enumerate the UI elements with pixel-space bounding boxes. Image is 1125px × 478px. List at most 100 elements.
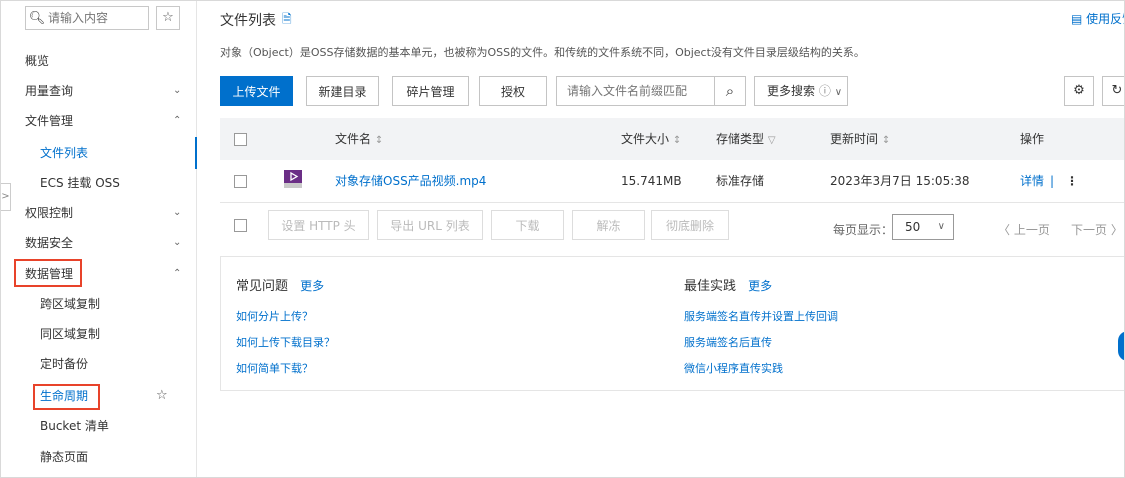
set-http-header-button[interactable]: 设置 HTTP 头 <box>268 210 369 240</box>
chevron-down-icon: ∨ <box>937 221 945 232</box>
prefix-search-input[interactable] <box>557 77 712 105</box>
faq-link[interactable]: 如何上传下载目录？ <box>236 334 335 350</box>
main-content: 文件列表 🗎︎ ▤ 使用反馈 对象（Object）是OSS存储数据的基本单元，也… <box>197 1 1124 477</box>
more-search-label: 更多搜索 <box>767 84 816 98</box>
best-practice-link[interactable]: 服务端签名后直传 <box>684 334 772 350</box>
export-url-list-button[interactable]: 导出 URL 列表 <box>377 210 483 240</box>
storage-type: 标准存储 <box>716 174 765 188</box>
detail-link[interactable]: 详情 <box>1020 160 1044 202</box>
sort-icon[interactable]: ↕ <box>882 135 890 146</box>
filter-icon[interactable]: ▽ <box>768 135 776 146</box>
best-practice-link[interactable]: 服务端签名直传并设置上传回调 <box>684 308 838 324</box>
sidebar-item-same-region-replication[interactable]: 同区域复制 <box>1 320 196 348</box>
page-description: 对象（Object）是OSS存储数据的基本单元，也被称为OSS的文件。和传统的文… <box>220 46 865 59</box>
search-icon: 🔍︎ <box>28 10 46 26</box>
sidebar-item-scheduled-backup[interactable]: 定时备份 <box>1 350 196 378</box>
more-actions-icon[interactable]: ⋮ <box>1066 160 1078 202</box>
authorize-button[interactable]: 授权 <box>479 76 547 106</box>
sort-icon[interactable]: ↕ <box>375 135 383 146</box>
column-filename[interactable]: 文件名 ↕ <box>335 118 383 162</box>
column-size[interactable]: 文件大小 ↕ <box>621 118 681 162</box>
sidebar-search-input[interactable] <box>48 11 143 25</box>
best-practice-link[interactable]: 微信小程序直传实践 <box>684 360 783 376</box>
sidebar-item-label: 文件列表 <box>40 146 89 160</box>
prefix-search-field[interactable] <box>556 76 714 106</box>
sidebar-item-label: ECS 挂载 OSS <box>40 176 120 190</box>
sidebar-item-access-control[interactable]: 权限控制 ⌄ <box>1 199 196 227</box>
sidebar-item-cross-region-replication[interactable]: 跨区域复制 <box>1 290 196 318</box>
sidebar-item-overview[interactable]: 概览 <box>1 47 196 75</box>
best-practice-title: 最佳实践 <box>684 279 737 294</box>
sidebar-item-label: 用量查询 <box>25 84 74 98</box>
best-practice-more-link[interactable]: 更多 <box>748 279 772 293</box>
bulk-select-checkbox[interactable] <box>234 219 247 232</box>
sidebar-item-ecs-mount[interactable]: ECS 挂载 OSS <box>1 169 196 197</box>
page-size-value: 50 <box>905 220 921 234</box>
updated-time: 2023年3月7日 15:05:38 <box>830 174 970 188</box>
help-circle-icon: ⓘ <box>818 84 831 98</box>
chevron-up-icon: ⌃ <box>173 115 182 126</box>
new-directory-button[interactable]: 新建目录 <box>306 76 379 106</box>
floating-help-button[interactable] <box>1118 331 1124 361</box>
select-all-checkbox[interactable] <box>234 133 247 146</box>
row-checkbox[interactable] <box>234 175 247 188</box>
more-search-dropdown[interactable]: 更多搜索 ⓘ ∨ <box>754 76 848 106</box>
next-page-button[interactable]: 下一页 〉 <box>1071 221 1123 238</box>
sidebar-item-label: 静态页面 <box>40 450 89 464</box>
sidebar-item-label: 跨区域复制 <box>40 297 101 311</box>
favorite-star-icon[interactable]: ☆ <box>156 6 180 30</box>
separator: | <box>1050 174 1055 188</box>
feedback-link[interactable]: ▤ 使用反馈 <box>1071 10 1124 27</box>
sidebar-toggle-chevron-icon[interactable]: > <box>1 183 11 211</box>
column-storage-type[interactable]: 存储类型 ▽ <box>716 118 776 162</box>
sidebar-item-static-page[interactable]: 静态页面 <box>1 443 196 471</box>
search-icon[interactable]: ⌕ <box>714 76 746 106</box>
faq-link[interactable]: 如何分片上传？ <box>236 308 313 324</box>
highlight-box <box>33 384 100 410</box>
sidebar-item-label: 数据安全 <box>25 236 74 250</box>
unfreeze-button[interactable]: 解冻 <box>572 210 645 240</box>
sidebar-item-file-list[interactable]: 文件列表 <box>1 139 196 167</box>
sidebar-item-data-security[interactable]: 数据安全 ⌄ <box>1 229 196 257</box>
sidebar-item-label: 文件管理 <box>25 114 74 128</box>
download-button[interactable]: 下载 <box>491 210 564 240</box>
table-header: 文件名 ↕ 文件大小 ↕ 存储类型 ▽ 更新时间 ↕ 操作 <box>220 118 1124 162</box>
sidebar-item-usage[interactable]: 用量查询 ⌄ <box>1 77 196 105</box>
page-size-select[interactable]: 50 ∨ <box>892 214 954 240</box>
chevron-down-icon: ∨ <box>834 87 843 98</box>
refresh-icon[interactable]: ↻ <box>1102 76 1124 106</box>
page-size-label: 每页显示： <box>833 223 894 237</box>
sidebar-item-label: 定时备份 <box>40 357 89 371</box>
chevron-down-icon: ⌄ <box>173 207 182 218</box>
sidebar-item-label: 同区域复制 <box>40 327 101 341</box>
sidebar-item-label: Bucket 清单 <box>40 419 109 433</box>
help-panel: 常见问题 更多 如何分片上传？ 如何上传下载目录？ 如何简单下载？ 最佳实践 更… <box>220 256 1124 391</box>
faq-more-link[interactable]: 更多 <box>300 279 324 293</box>
document-icon[interactable]: 🗎︎ <box>282 10 292 31</box>
favorite-star-icon[interactable]: ☆ <box>156 382 168 410</box>
table-row[interactable]: 对象存储OSS产品视频.mp4 15.741MB 标准存储 2023年3月7日 … <box>220 160 1124 203</box>
upload-file-button[interactable]: 上传文件 <box>220 76 293 106</box>
sidebar-item-label: 概览 <box>25 54 50 68</box>
sidebar-item-bucket-inventory[interactable]: Bucket 清单 <box>1 412 196 440</box>
chevron-up-icon: ⌃ <box>173 268 182 279</box>
best-practice-heading: 最佳实践 更多 <box>684 275 772 294</box>
file-name-link[interactable]: 对象存储OSS产品视频.mp4 <box>335 160 486 202</box>
sidebar-item-file-management[interactable]: 文件管理 ⌃ <box>1 107 196 135</box>
column-label: 文件名 <box>335 132 372 146</box>
page-title: 文件列表 <box>220 13 276 29</box>
column-label: 更新时间 <box>830 132 879 146</box>
permanent-delete-button[interactable]: 彻底删除 <box>651 210 729 240</box>
sidebar-item-label: 权限控制 <box>25 206 74 220</box>
fragment-management-button[interactable]: 碎片管理 <box>392 76 469 106</box>
sidebar-search[interactable]: 🔍︎ <box>25 6 149 30</box>
feedback-label: 使用反馈 <box>1086 12 1124 26</box>
sidebar: 🔍︎ ☆ 概览 用量查询 ⌄ 文件管理 ⌃ 文件列表 ECS 挂载 OSS 权限… <box>1 1 197 477</box>
faq-link[interactable]: 如何简单下载？ <box>236 360 313 376</box>
settings-gear-icon[interactable]: ⚙ <box>1064 76 1094 106</box>
prev-page-button[interactable]: 〈 上一页 <box>998 221 1050 238</box>
file-size: 15.741MB <box>621 174 682 188</box>
faq-title: 常见问题 <box>236 279 289 294</box>
sort-icon[interactable]: ↕ <box>673 135 681 146</box>
column-updated[interactable]: 更新时间 ↕ <box>830 118 890 162</box>
